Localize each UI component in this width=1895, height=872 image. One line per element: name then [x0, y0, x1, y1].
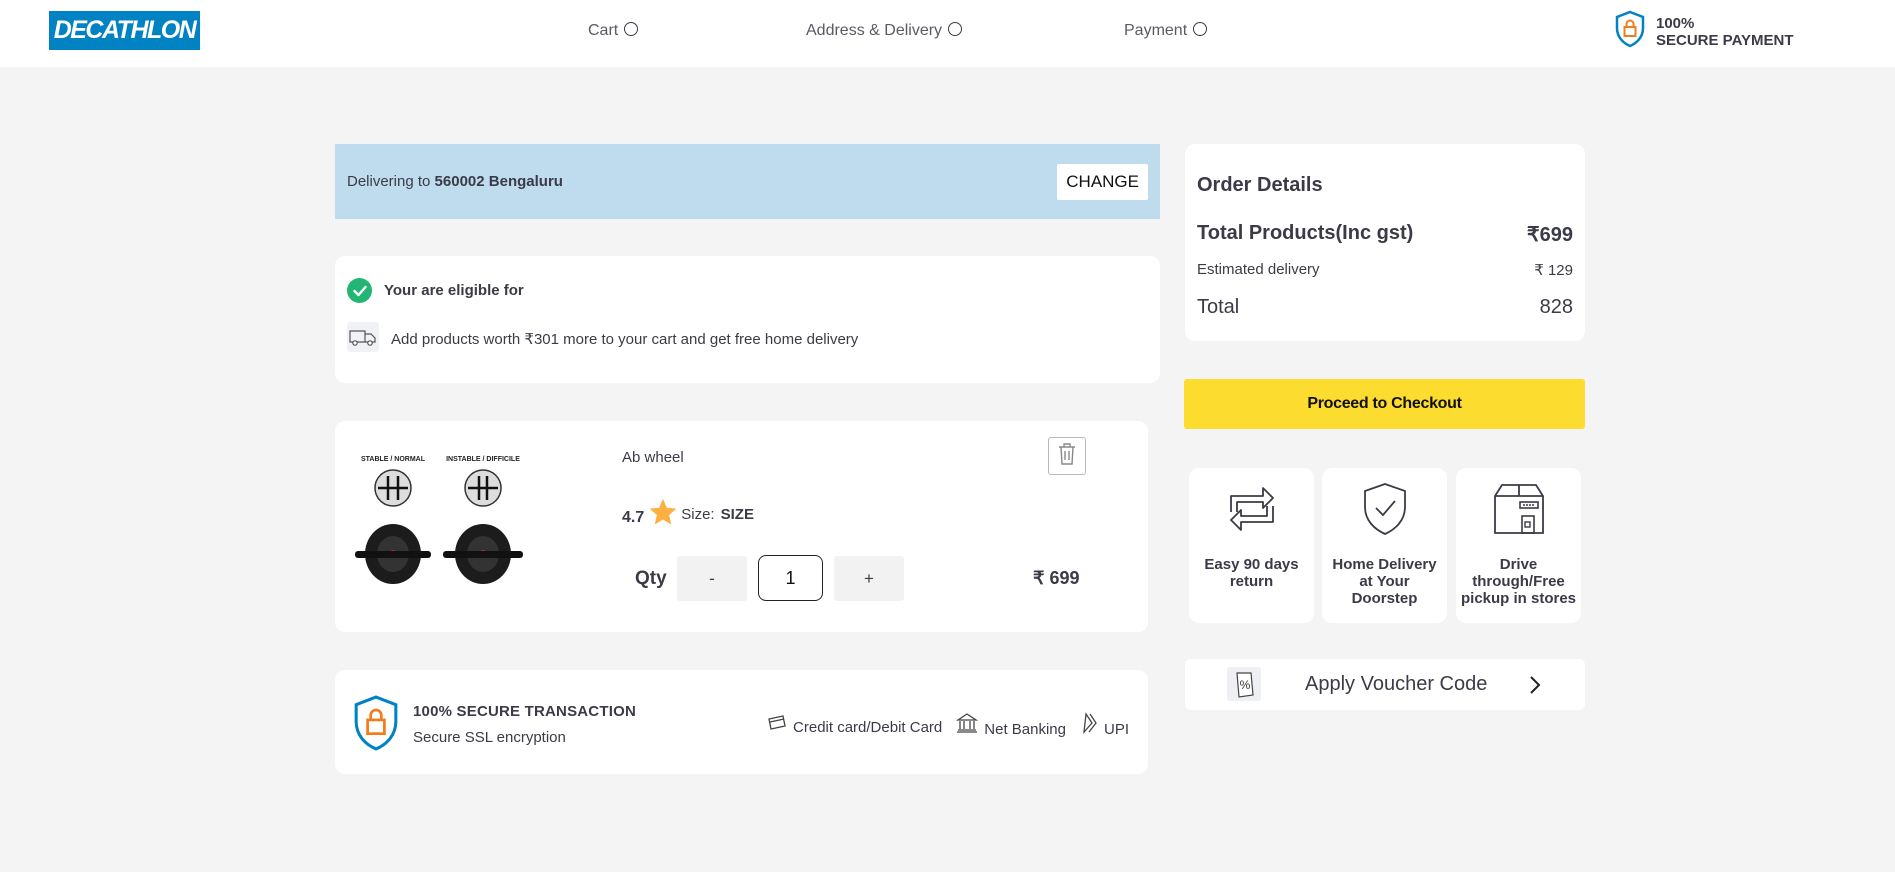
bank-icon — [956, 712, 979, 738]
delete-product-button[interactable] — [1048, 437, 1086, 475]
delivery-truck-icon — [347, 322, 379, 356]
payment-method-card: Credit card/Debit Card — [767, 714, 942, 736]
step-payment-radio-icon — [1193, 22, 1208, 36]
shield-check-icon — [1362, 482, 1408, 538]
step-cart-label: Cart — [588, 22, 619, 39]
secure-payment-text: SECURE PAYMENT — [1656, 31, 1794, 49]
step-address-delivery[interactable]: Address & Delivery — [806, 22, 963, 40]
change-location-button[interactable]: CHANGE — [1057, 163, 1148, 200]
step-address-label: Address & Delivery — [806, 22, 943, 39]
step-cart[interactable]: Cart — [588, 22, 639, 40]
product-price: ₹ 699 — [1033, 568, 1080, 588]
chevron-right-icon — [1529, 675, 1541, 700]
delivery-location: 560002 Bengaluru — [434, 173, 563, 190]
total-products-label: Total Products(Inc gst) — [1197, 222, 1414, 244]
return-icon — [1227, 482, 1277, 538]
delivery-location-text: Delivering to 560002 Bengaluru — [347, 173, 563, 190]
top-header: DECATHLON Cart Address & Delivery Paymen… — [0, 0, 1895, 67]
estimated-delivery-row: Estimated delivery ₹ 129 — [1197, 261, 1573, 279]
eligibility-message-row: Add products worth ₹301 more to your car… — [347, 322, 858, 356]
voucher-percent-icon: % — [1227, 667, 1261, 706]
svg-text:%: % — [1240, 678, 1251, 692]
total-products-row: Total Products(Inc gst) ₹699 — [1197, 222, 1573, 247]
feature-label: Drive through/Free pickup in stores — [1460, 556, 1577, 607]
shield-lock-icon — [1614, 10, 1646, 53]
payment-method-netbanking: Net Banking — [956, 712, 1066, 738]
order-details-title: Order Details — [1197, 174, 1323, 196]
secure-payment-badge: 100% SECURE PAYMENT — [1614, 10, 1794, 53]
cart-product-card: STABLE / NORMAL INSTABLE / DIFFICILE Ab … — [335, 421, 1148, 632]
payment-method-label: UPI — [1103, 721, 1129, 738]
secure-transaction-title: 100% SECURE TRANSACTION — [413, 703, 636, 720]
estimated-delivery-value: ₹ 129 — [1534, 262, 1573, 279]
feature-home-delivery: Home Delivery at Your Doorstep — [1322, 468, 1447, 623]
payment-method-label: Net Banking — [984, 721, 1066, 738]
proceed-to-checkout-button[interactable]: Proceed to Checkout — [1184, 379, 1585, 429]
store-box-icon — [1492, 482, 1546, 538]
quantity-input[interactable] — [758, 555, 823, 601]
eligibility-card: Your are eligible for Add products worth… — [335, 256, 1160, 383]
step-address-radio-icon — [948, 22, 963, 36]
step-payment-label: Payment — [1124, 22, 1188, 39]
product-name[interactable]: Ab wheel — [622, 449, 684, 466]
quantity-decrease-button[interactable]: - — [677, 556, 747, 601]
product-image[interactable]: STABLE / NORMAL INSTABLE / DIFFICILE — [355, 451, 525, 601]
secure-transaction-card: 100% SECURE TRANSACTION Secure SSL encry… — [335, 670, 1148, 774]
size-label: Size: — [681, 506, 715, 523]
delivery-location-bar: Delivering to 560002 Bengaluru CHANGE — [335, 144, 1160, 219]
feature-easy-return: Easy 90 days return — [1189, 468, 1314, 623]
eligibility-message: Add products worth ₹301 more to your car… — [391, 331, 859, 348]
apply-voucher-label: Apply Voucher Code — [1305, 673, 1488, 695]
estimated-delivery-label: Estimated delivery — [1197, 261, 1320, 278]
feature-drive-through: Drive through/Free pickup in stores — [1456, 468, 1581, 623]
order-total-value: 828 — [1539, 296, 1573, 318]
eligibility-title: Your are eligible for — [384, 282, 524, 299]
payment-methods: Credit card/Debit Card Net Banking UPI — [767, 712, 1129, 738]
star-icon — [647, 497, 679, 532]
step-payment[interactable]: Payment — [1124, 22, 1208, 40]
product-rating-row: 4.7 Size: SIZE — [622, 497, 754, 532]
total-products-value: ₹699 — [1526, 224, 1573, 246]
order-total-label: Total — [1197, 296, 1240, 318]
product-rating: 4.7 — [622, 508, 645, 526]
order-total-row: Total 828 — [1197, 296, 1573, 319]
eligibility-title-row: Your are eligible for — [347, 278, 524, 303]
quantity-label: Qty — [635, 568, 667, 589]
feature-label: Home Delivery at Your Doorstep — [1332, 556, 1437, 607]
delivery-prefix: Delivering to — [347, 173, 435, 190]
shield-lock-icon — [351, 694, 401, 757]
size-value: SIZE — [720, 506, 754, 523]
upi-icon — [1080, 712, 1098, 738]
payment-method-upi: UPI — [1080, 712, 1129, 738]
check-circle-icon — [347, 278, 372, 303]
feature-label: Easy 90 days return — [1204, 556, 1299, 590]
order-details-card: Order Details Total Products(Inc gst) ₹6… — [1185, 144, 1585, 341]
apply-voucher-button[interactable]: % Apply Voucher Code — [1185, 659, 1585, 710]
payment-method-label: Credit card/Debit Card — [793, 719, 943, 736]
decathlon-logo[interactable]: DECATHLON — [49, 11, 200, 50]
trash-icon — [1057, 442, 1077, 471]
secure-payment-percent: 100% — [1656, 14, 1695, 32]
credit-card-icon — [767, 714, 787, 736]
step-cart-radio-icon — [624, 22, 639, 36]
product-image-label-left: STABLE / NORMAL — [361, 456, 426, 463]
quantity-increase-button[interactable]: + — [834, 556, 904, 601]
secure-transaction-subtitle: Secure SSL encryption — [413, 729, 566, 746]
product-image-label-right: INSTABLE / DIFFICILE — [446, 456, 520, 463]
